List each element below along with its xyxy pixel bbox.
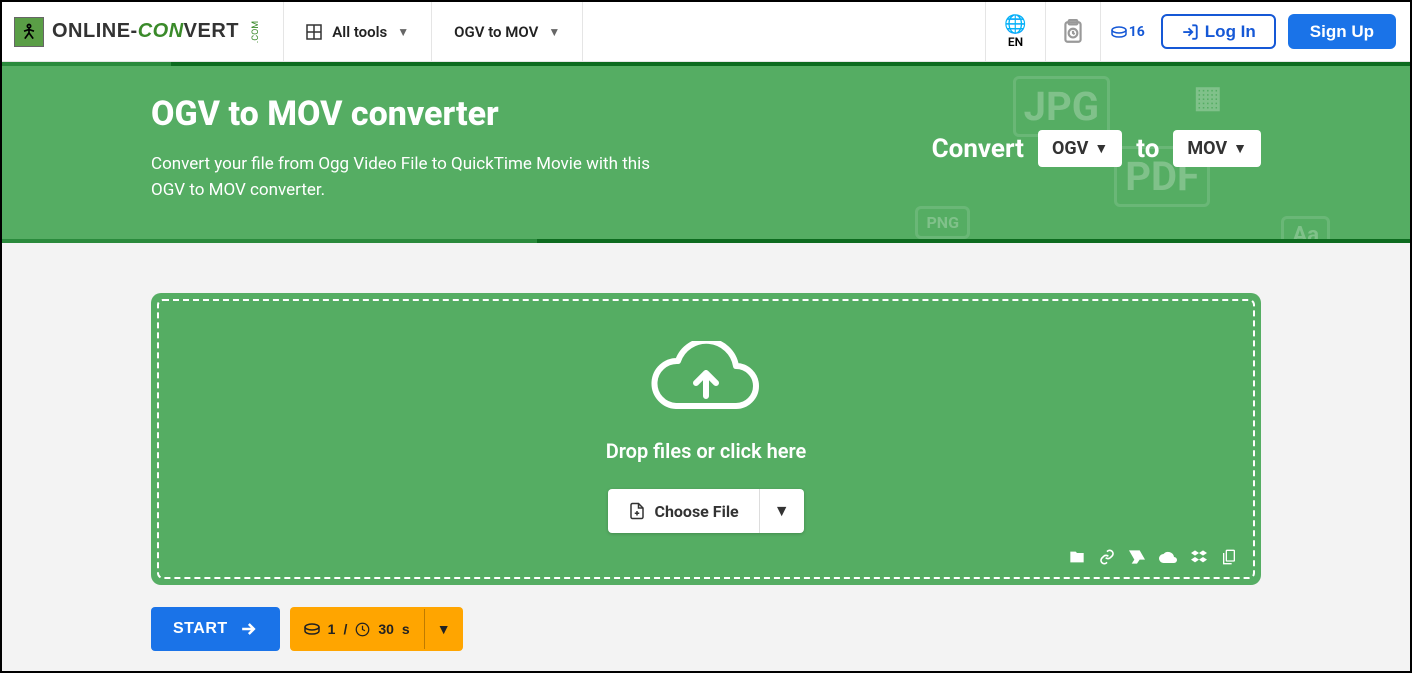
cloud-upload-icon: [646, 341, 766, 421]
nav-converter-label: OGV to MOV: [454, 23, 538, 41]
coin-icon: [1111, 26, 1127, 38]
choose-file-group: Choose File ▼: [608, 489, 803, 533]
chevron-down-icon: ▼: [548, 25, 560, 39]
logo[interactable]: ONLINE-CONVERT .COM: [2, 2, 284, 61]
arrow-right-icon: [238, 619, 258, 639]
source-icons: [1069, 549, 1237, 565]
cost-main: 1 / 30 s: [290, 609, 424, 649]
login-icon: [1181, 23, 1199, 41]
signup-label: Sign Up: [1310, 22, 1374, 41]
choose-file-button[interactable]: Choose File: [608, 489, 758, 533]
dropbox-icon[interactable]: [1191, 549, 1207, 565]
login-button[interactable]: Log In: [1161, 14, 1276, 49]
brand-mid: CON: [138, 20, 184, 42]
clipboard-icon[interactable]: [1221, 549, 1237, 565]
cost-unit: s: [402, 621, 410, 637]
signup-button[interactable]: Sign Up: [1288, 14, 1396, 49]
hero-text: OGV to MOV converter Convert your file f…: [151, 94, 932, 203]
coins-balance[interactable]: 16: [1101, 2, 1155, 61]
page-title: OGV to MOV converter: [151, 94, 932, 134]
from-format-value: OGV: [1052, 138, 1088, 159]
cost-sep: /: [343, 621, 347, 637]
chevron-down-icon: ▼: [1233, 140, 1247, 157]
language-selector[interactable]: 🌐 EN: [985, 2, 1045, 61]
brand-tld: .COM: [251, 20, 261, 42]
cost-button[interactable]: 1 / 30 s ▼: [290, 607, 463, 651]
hero-convert-controls: Convert OGV ▼ to MOV ▼: [932, 130, 1261, 167]
start-button[interactable]: START: [151, 607, 280, 651]
link-icon[interactable]: [1099, 549, 1115, 565]
page-subtitle: Convert your file from Ogg Video File to…: [151, 152, 671, 203]
to-format-select[interactable]: MOV ▼: [1173, 130, 1261, 167]
start-label: START: [173, 620, 228, 638]
brand-pre: ONLINE-: [52, 20, 138, 42]
clipboard-clock-icon: [1060, 19, 1086, 45]
chevron-down-icon: ▼: [397, 25, 409, 39]
language-label: EN: [1008, 35, 1023, 49]
main-content: Drop files or click here Choose File ▼: [151, 243, 1261, 671]
chevron-down-icon: ▼: [1094, 140, 1108, 157]
action-bar: START 1 / 30 s ▼: [151, 607, 1261, 651]
chevron-down-icon: ▼: [437, 621, 451, 637]
globe-icon: 🌐: [1004, 14, 1026, 35]
dropzone: Drop files or click here Choose File ▼: [151, 293, 1261, 585]
cost-dropdown[interactable]: ▼: [424, 609, 463, 649]
to-format-value: MOV: [1187, 138, 1227, 159]
clipboard-history[interactable]: [1046, 2, 1101, 61]
choose-file-dropdown[interactable]: ▼: [759, 489, 804, 533]
google-drive-icon[interactable]: [1129, 549, 1145, 565]
chevron-down-icon: ▼: [774, 501, 790, 521]
folder-icon[interactable]: [1069, 549, 1085, 565]
brand-text: ONLINE-CONVERT: [52, 20, 239, 43]
nav-all-tools[interactable]: All tools ▼: [284, 2, 432, 61]
to-label: to: [1136, 134, 1159, 164]
cost-time: 30: [378, 621, 394, 637]
nav-all-tools-label: All tools: [332, 23, 387, 41]
nav-converter-type[interactable]: OGV to MOV ▼: [432, 2, 583, 61]
brand-suf: VERT: [184, 20, 239, 42]
from-format-select[interactable]: OGV ▼: [1038, 130, 1122, 167]
grid-icon: [306, 24, 322, 40]
top-bar: ONLINE-CONVERT .COM All tools ▼ OGV to M…: [2, 2, 1410, 62]
file-plus-icon: [628, 502, 646, 520]
hero: JPG PDF PNG ▦ Aa OGV to MOV converter Co…: [2, 66, 1410, 239]
coin-icon: [304, 623, 320, 635]
dropzone-text: Drop files or click here: [179, 439, 1233, 463]
choose-file-label: Choose File: [654, 502, 738, 521]
cost-coins: 1: [328, 621, 336, 637]
coins-count: 16: [1129, 24, 1145, 40]
dropzone-area[interactable]: Drop files or click here Choose File ▼: [157, 299, 1255, 579]
convert-label: Convert: [932, 134, 1024, 164]
clock-icon: [355, 622, 370, 637]
logo-icon: [14, 17, 44, 47]
login-label: Log In: [1205, 22, 1256, 42]
onedrive-icon[interactable]: [1159, 549, 1177, 565]
